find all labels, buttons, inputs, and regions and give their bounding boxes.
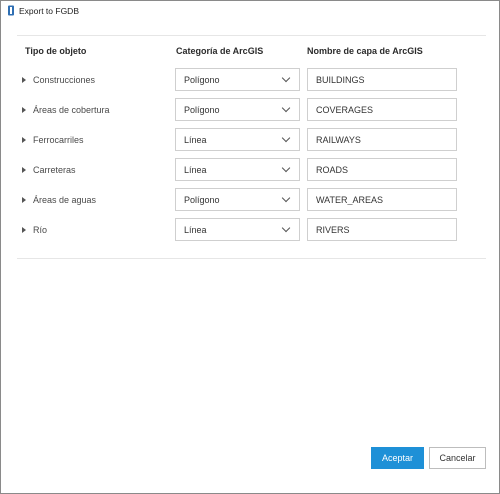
category-select[interactable]: Línea	[175, 158, 300, 181]
triangle-right-icon[interactable]	[17, 137, 31, 143]
mapping-table: Tipo de objeto Categoría de ArcGIS Nombr…	[17, 35, 486, 259]
triangle-right-icon[interactable]	[17, 107, 31, 113]
triangle-right-icon[interactable]	[17, 77, 31, 83]
triangle-right-icon[interactable]	[17, 227, 31, 233]
layer-name-input[interactable]	[307, 158, 457, 181]
header-layer-name: Nombre de capa de ArcGIS	[307, 46, 423, 56]
layer-name-input[interactable]	[307, 188, 457, 211]
table-row: Áreas de cobertura Polígono	[17, 98, 486, 122]
category-select[interactable]: Polígono	[175, 98, 300, 121]
chevron-down-icon	[281, 193, 291, 203]
table-row: Carreteras Línea	[17, 158, 486, 182]
category-select[interactable]: Línea	[175, 128, 300, 151]
export-dialog: Export to FGDB Tipo de objeto Categoría …	[0, 0, 500, 494]
accept-button[interactable]: Aceptar	[371, 447, 424, 469]
object-type-text: Áreas de cobertura	[33, 105, 110, 115]
object-type-text: Carreteras	[33, 165, 76, 175]
category-value: Polígono	[184, 74, 220, 85]
layer-name-input[interactable]	[307, 128, 457, 151]
row-label[interactable]: Áreas de aguas	[17, 188, 96, 212]
category-select[interactable]: Polígono	[175, 188, 300, 211]
category-value: Línea	[184, 164, 207, 175]
table-row: Áreas de aguas Polígono	[17, 188, 486, 212]
header-arcgis-category: Categoría de ArcGIS	[176, 46, 264, 56]
table-row: Ferrocarriles Línea	[17, 128, 486, 152]
object-type-text: Áreas de aguas	[33, 195, 97, 205]
object-type-text: Construcciones	[33, 75, 96, 85]
chevron-down-icon	[281, 163, 291, 173]
category-select[interactable]: Línea	[175, 218, 300, 241]
row-label[interactable]: Ferrocarriles	[17, 128, 84, 152]
chevron-down-icon	[281, 73, 291, 83]
triangle-right-icon[interactable]	[17, 197, 31, 203]
table-row: Río Línea	[17, 218, 486, 242]
table-row: Construcciones Polígono	[17, 68, 486, 92]
cancel-button[interactable]: Cancelar	[429, 447, 486, 469]
category-value: Polígono	[184, 104, 220, 115]
category-value: Polígono	[184, 194, 220, 205]
layer-name-input[interactable]	[307, 98, 457, 121]
row-label[interactable]: Río	[17, 218, 47, 242]
layer-name-input[interactable]	[307, 218, 457, 241]
category-select[interactable]: Polígono	[175, 68, 300, 91]
row-label[interactable]: Carreteras	[17, 158, 76, 182]
category-value: Línea	[184, 224, 207, 235]
object-type-text: Ferrocarriles	[33, 135, 84, 145]
layer-name-input[interactable]	[307, 68, 457, 91]
row-label[interactable]: Construcciones	[17, 68, 95, 92]
header-object-type: Tipo de objeto	[25, 46, 87, 56]
window-title: Export to FGDB	[19, 5, 79, 16]
app-icon	[7, 5, 15, 16]
chevron-down-icon	[281, 103, 291, 113]
chevron-down-icon	[281, 133, 291, 143]
category-value: Línea	[184, 134, 207, 145]
row-label[interactable]: Áreas de cobertura	[17, 98, 110, 122]
title-bar: Export to FGDB	[1, 1, 499, 20]
chevron-down-icon	[281, 223, 291, 233]
triangle-right-icon[interactable]	[17, 167, 31, 173]
object-type-text: Río	[33, 225, 48, 235]
